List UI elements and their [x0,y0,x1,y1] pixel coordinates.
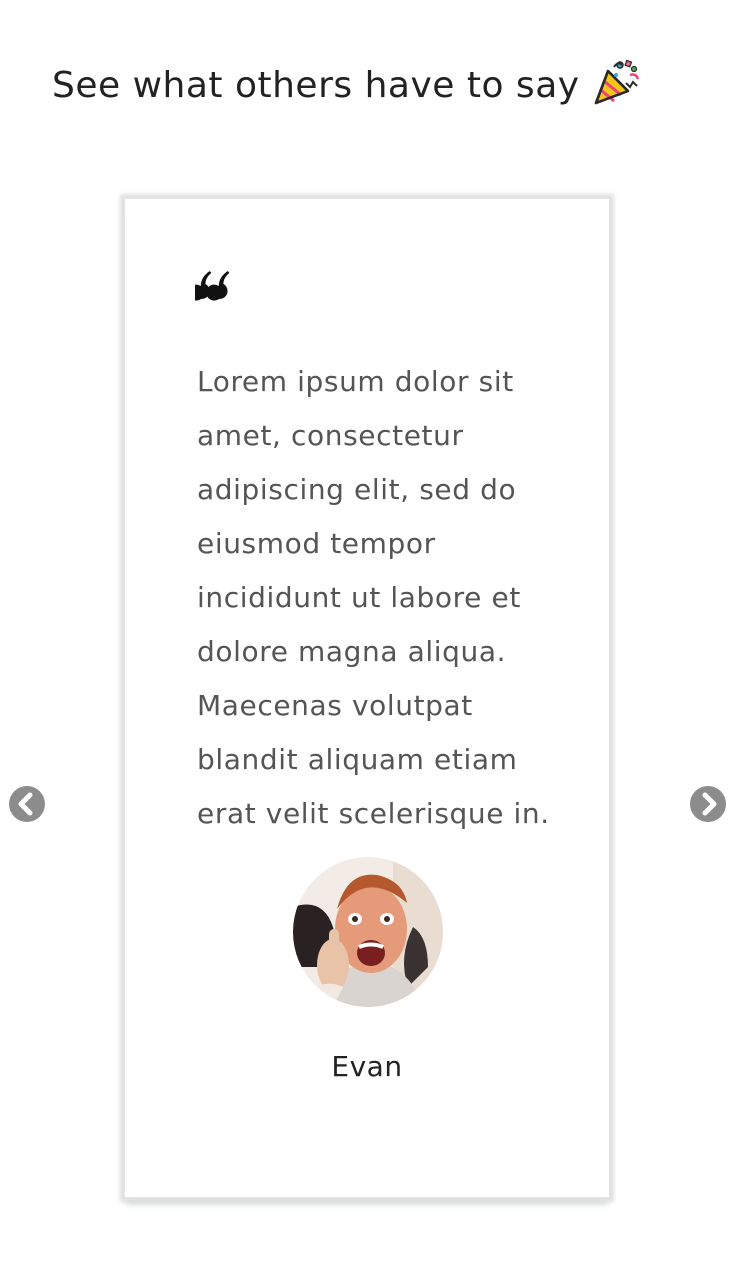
carousel-prev-button[interactable] [9,786,45,822]
carousel-next-button[interactable] [690,786,726,822]
section-heading: See what others have to say [52,57,642,112]
chevron-right-icon [702,792,717,816]
chevron-left-icon [18,792,33,816]
avatar [293,857,443,1007]
testimonial-card: Lorem ipsum dolor sit amet, consectetur … [124,198,610,1198]
quote-icon [188,269,231,301]
party-popper-icon [590,57,642,109]
section-title: See what others have to say [52,65,580,106]
testimonial-text: Lorem ipsum dolor sit amet, consectetur … [197,365,550,830]
author-name: Evan [331,1050,403,1083]
testimonials-page: See what others have to say Lorem ipsum … [0,0,734,1278]
